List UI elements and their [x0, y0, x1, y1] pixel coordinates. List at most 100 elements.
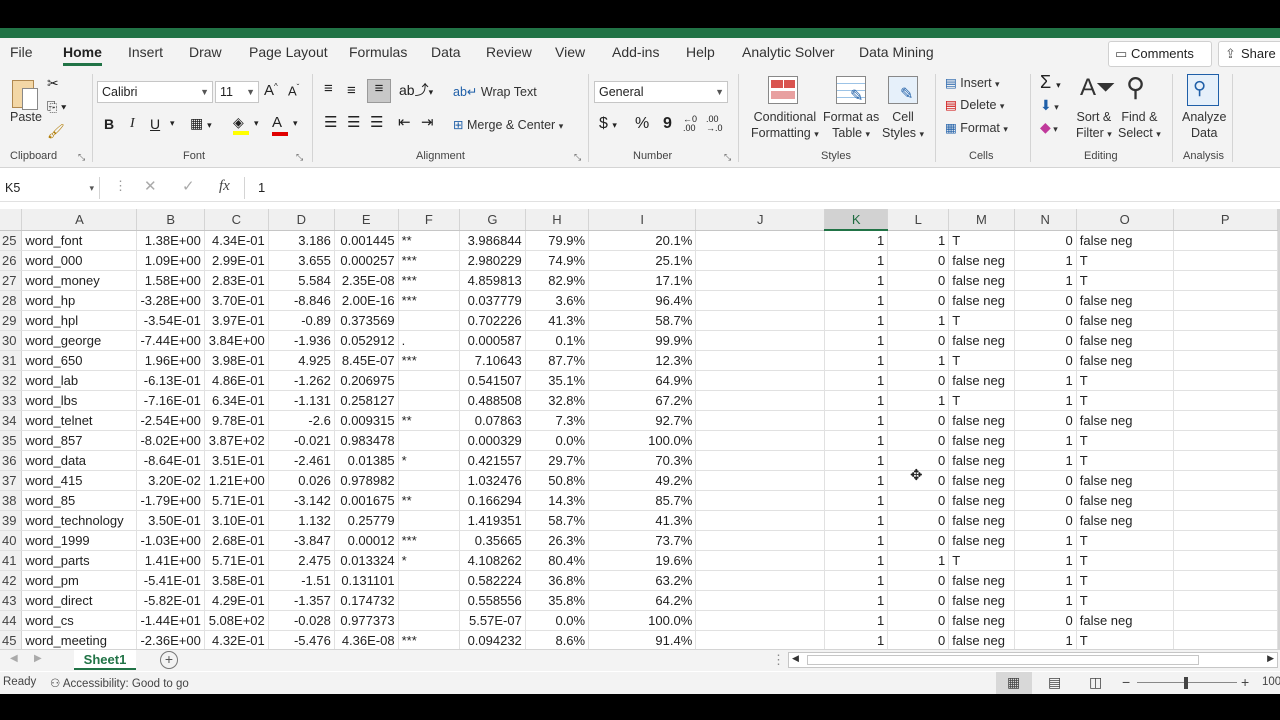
cell-m[interactable]: false neg	[948, 510, 1015, 531]
cell-i[interactable]: 99.9%	[588, 330, 697, 351]
cell-i[interactable]: 91.4%	[588, 630, 697, 649]
cell-o[interactable]: false neg	[1076, 490, 1174, 511]
cell-b[interactable]: -8.64E-01	[136, 450, 205, 471]
cell-c[interactable]: 5.71E-01	[204, 550, 269, 571]
cell-f[interactable]: ***	[398, 350, 461, 371]
cell-d[interactable]: 3.186	[268, 230, 335, 251]
cell-j[interactable]	[695, 290, 826, 311]
column-header-d[interactable]: D	[268, 209, 335, 231]
cell-d[interactable]: -2.461	[268, 450, 335, 471]
cell-e[interactable]: 0.25779	[334, 510, 399, 531]
cell-c[interactable]: 3.51E-01	[204, 450, 269, 471]
cell-d[interactable]: 3.655	[268, 250, 335, 271]
column-header-j[interactable]: J	[695, 209, 826, 231]
cell-o[interactable]: false neg	[1076, 610, 1174, 631]
column-header-f[interactable]: F	[398, 209, 461, 231]
cell-p[interactable]	[1173, 370, 1278, 391]
cell-f[interactable]: .	[398, 330, 461, 351]
underline-button[interactable]: U	[150, 116, 160, 132]
chevron-down-icon[interactable]: ▾	[170, 118, 175, 129]
row-header[interactable]: 44	[0, 610, 23, 631]
tab-add-ins[interactable]: Add-ins	[612, 44, 659, 60]
cell-p[interactable]	[1173, 490, 1278, 511]
cell-c[interactable]: 5.71E-01	[204, 490, 269, 511]
cell-j[interactable]	[695, 310, 826, 331]
tab-home[interactable]: Home	[63, 44, 102, 66]
cell-n[interactable]: 1	[1014, 550, 1077, 571]
row-header[interactable]: 37	[0, 470, 23, 491]
cell-h[interactable]: 32.8%	[525, 390, 590, 411]
cell-b[interactable]: -3.54E-01	[136, 310, 205, 331]
tab-file[interactable]: File	[10, 44, 33, 60]
cell-l[interactable]: 0	[887, 610, 950, 631]
cell-j[interactable]	[695, 470, 826, 491]
cell-d[interactable]: 0.026	[268, 470, 335, 491]
tab-analytic-solver[interactable]: Analytic Solver	[742, 44, 835, 60]
cell-h[interactable]: 74.9%	[525, 250, 590, 271]
cell-l[interactable]: 0	[887, 270, 950, 291]
orientation-icon[interactable]: ab⤴▾	[399, 80, 433, 100]
fill-color-icon[interactable]: ◈	[233, 114, 249, 135]
cell-n[interactable]: 0	[1014, 230, 1077, 251]
cell-k[interactable]: 1	[824, 310, 889, 331]
cell-k[interactable]: 1	[824, 410, 889, 431]
cell-i[interactable]: 67.2%	[588, 390, 697, 411]
cell-d[interactable]: -0.028	[268, 610, 335, 631]
cell-j[interactable]	[695, 370, 826, 391]
cell-l[interactable]: 0	[887, 630, 950, 649]
cell-g[interactable]: 3.986844	[459, 230, 526, 251]
shrink-font-button[interactable]: Aˇ	[288, 83, 299, 98]
cell-a[interactable]: word_000	[21, 250, 138, 271]
add-sheet-icon[interactable]: +	[160, 651, 178, 669]
cell-g[interactable]: 0.35665	[459, 530, 526, 551]
page-layout-view-icon[interactable]: ▤	[1048, 674, 1061, 691]
merge-center-button[interactable]: ⊞ Merge & Center ▾	[453, 117, 563, 132]
cell-k[interactable]: 1	[824, 630, 889, 649]
cell-g[interactable]: 0.488508	[459, 390, 526, 411]
analyze-data-button[interactable]: Analyze Data	[1182, 109, 1226, 141]
cell-o[interactable]: false neg	[1076, 310, 1174, 331]
cell-e[interactable]: 0.206975	[334, 370, 399, 391]
cell-n[interactable]: 1	[1014, 270, 1077, 291]
tab-page-layout[interactable]: Page Layout	[249, 44, 328, 60]
copy-icon[interactable]: ⎘ ▾	[47, 99, 66, 115]
number-launcher-icon[interactable]: ⤡	[724, 152, 731, 163]
cell-f[interactable]	[398, 310, 461, 331]
cell-c[interactable]: 2.83E-01	[204, 270, 269, 291]
column-header-k[interactable]: K	[824, 209, 889, 231]
cell-o[interactable]: T	[1076, 250, 1174, 271]
cell-n[interactable]: 0	[1014, 470, 1077, 491]
cell-g[interactable]: 4.859813	[459, 270, 526, 291]
cell-f[interactable]: ***	[398, 290, 461, 311]
cell-p[interactable]	[1173, 470, 1278, 491]
scroll-left-icon[interactable]: ◀	[792, 653, 799, 664]
cell-j[interactable]	[695, 590, 826, 611]
accessibility-status[interactable]: ⚇ Accessibility: Good to go	[50, 676, 189, 690]
cell-h[interactable]: 0.0%	[525, 610, 590, 631]
cell-p[interactable]	[1173, 270, 1278, 291]
cell-k[interactable]: 1	[824, 610, 889, 631]
find-select-button[interactable]: Find & Select ▾	[1118, 109, 1161, 142]
cell-l[interactable]: 0	[887, 530, 950, 551]
cell-i[interactable]: 19.6%	[588, 550, 697, 571]
cell-a[interactable]: word_meeting	[21, 630, 138, 649]
cell-c[interactable]: 3.70E-01	[204, 290, 269, 311]
increase-decimal-icon[interactable]: ←0.00	[683, 115, 697, 133]
cell-g[interactable]: 0.541507	[459, 370, 526, 391]
cell-k[interactable]: 1	[824, 370, 889, 391]
cell-d[interactable]: -3.847	[268, 530, 335, 551]
cell-e[interactable]: 0.009315	[334, 410, 399, 431]
cell-m[interactable]: T	[948, 310, 1015, 331]
cell-m[interactable]: false neg	[948, 290, 1015, 311]
zoom-out-icon[interactable]: −	[1122, 674, 1130, 690]
chevron-down-icon[interactable]: ▾	[254, 118, 259, 129]
cell-n[interactable]: 0	[1014, 350, 1077, 371]
middle-align-icon[interactable]: ≡	[347, 82, 356, 99]
cell-o[interactable]: false neg	[1076, 330, 1174, 351]
find-select-icon[interactable]: ⚲	[1126, 72, 1145, 103]
italic-button[interactable]: I	[130, 116, 135, 132]
row-header[interactable]: 41	[0, 550, 23, 571]
cell-k[interactable]: 1	[824, 570, 889, 591]
cell-j[interactable]	[695, 230, 826, 251]
row-header[interactable]: 43	[0, 590, 23, 611]
